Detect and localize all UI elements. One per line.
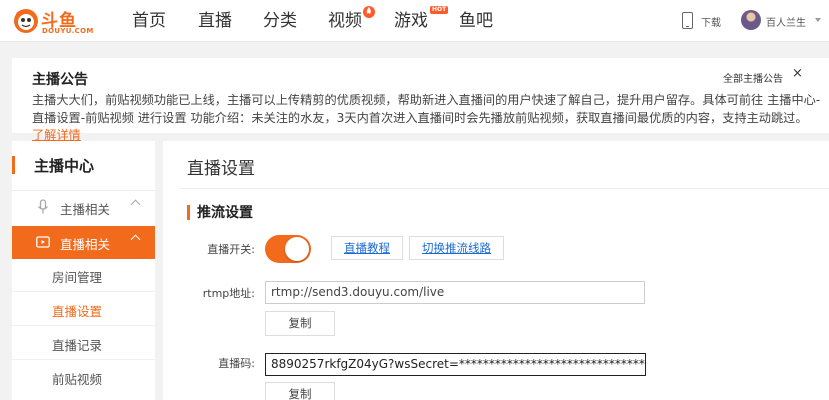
username: 百人兰生	[766, 18, 806, 29]
nav-live[interactable]: 直播	[198, 9, 232, 33]
title-accent-bar	[12, 156, 15, 174]
announcement-panel: 主播公告 全部主播公告 × 主播大大们，前贴视频功能已上线，主播可以上传精剪的优…	[12, 58, 829, 142]
copy-rtmp-button[interactable]: 复制	[265, 311, 335, 336]
brand-domain: DOUYU.COM	[42, 27, 94, 35]
rtmp-address-field[interactable]: rtmp://send3.douyu.com/live	[265, 281, 645, 304]
sidebar-item-room-management[interactable]: 房间管理	[12, 259, 155, 292]
hot-badge: HOT	[430, 6, 449, 14]
copy-stream-key-button[interactable]: 复制	[265, 382, 335, 400]
announcement-title: 主播公告	[32, 72, 88, 88]
video-camera-icon	[36, 236, 50, 248]
nav-home[interactable]: 首页	[132, 9, 166, 33]
sidebar-group-live[interactable]: 直播相关	[12, 226, 155, 259]
sidebar-item-label: 直播记录	[52, 338, 103, 353]
sidebar-item-label: 直播设置	[52, 304, 103, 319]
stream-key-field[interactable]: 8890257rkfgZ04yG?wsSecret=**************…	[265, 353, 646, 376]
all-announcements-link[interactable]: 全部主播公告	[723, 70, 783, 85]
page-title: 直播设置	[187, 159, 255, 179]
sidebar-header: 主播中心	[12, 155, 155, 177]
sidebar-item-pre-roll-video[interactable]: 前贴视频	[12, 361, 155, 394]
section-accent-bar	[187, 205, 190, 220]
sidebar-item-live-records[interactable]: 直播记录	[12, 327, 155, 360]
live-toggle-switch[interactable]	[265, 235, 311, 263]
fire-icon	[363, 6, 375, 18]
avatar	[741, 10, 761, 30]
douyu-logo[interactable]: 斗鱼 DOUYU.COM	[12, 5, 94, 37]
nav-categories[interactable]: 分类	[263, 9, 297, 33]
live-settings-panel: 直播设置 推流设置 直播开关: 直播教程 切换推流线路 rtmp地址: rtmp…	[163, 141, 829, 400]
sidebar-item-live-settings[interactable]: 直播设置	[12, 293, 155, 326]
sidebar-group-streamer[interactable]: 主播相关	[12, 191, 155, 224]
mobile-phone-icon	[682, 12, 693, 29]
nav-games[interactable]: 游戏	[394, 9, 428, 33]
stream-key-label: 直播码:	[218, 357, 255, 370]
sidebar-item-label: 前贴视频	[52, 372, 103, 387]
sidebar-group-label: 直播相关	[60, 237, 111, 252]
microphone-icon	[37, 199, 49, 214]
nav-video[interactable]: 视频	[328, 9, 362, 33]
divider	[179, 188, 829, 189]
download-label: 下载	[701, 18, 721, 29]
chevron-up-icon	[130, 234, 141, 245]
live-switch-label: 直播开关:	[207, 243, 255, 256]
section-title: 推流设置	[197, 205, 253, 221]
chevron-up-icon	[130, 199, 141, 210]
announcement-text: 主播大大们，前贴视频功能已上线，主播可以上传精剪的优质视频，帮助新进入直播间的用…	[32, 93, 821, 125]
live-tutorial-button[interactable]: 直播教程	[331, 236, 403, 260]
chevron-down-icon	[815, 18, 821, 22]
rtmp-address-label: rtmp地址:	[202, 287, 255, 300]
sidebar-group-label: 主播相关	[60, 202, 111, 217]
close-icon[interactable]: ×	[792, 66, 803, 81]
fish-mascot-icon	[14, 9, 38, 33]
switch-stream-route-button[interactable]: 切换推流线路	[409, 236, 504, 260]
announcement-body: 主播大大们，前贴视频功能已上线，主播可以上传精剪的优质视频，帮助新进入直播间的用…	[32, 92, 822, 145]
toggle-knob[interactable]	[285, 237, 309, 261]
top-navigation-bar: 斗鱼 DOUYU.COM 首页 直播 分类 视频 游戏 HOT 鱼吧 下载 百人…	[0, 0, 829, 42]
nav-fish-bar[interactable]: 鱼吧	[459, 9, 493, 33]
learn-more-link[interactable]: 了解详情	[32, 128, 81, 142]
streamer-center-sidebar: 主播中心 主播相关 直播相关 房间管理 直播设置 直播记录 前贴视频	[12, 141, 155, 400]
sidebar-title: 主播中心	[34, 157, 95, 175]
sidebar-item-label: 房间管理	[52, 270, 103, 285]
